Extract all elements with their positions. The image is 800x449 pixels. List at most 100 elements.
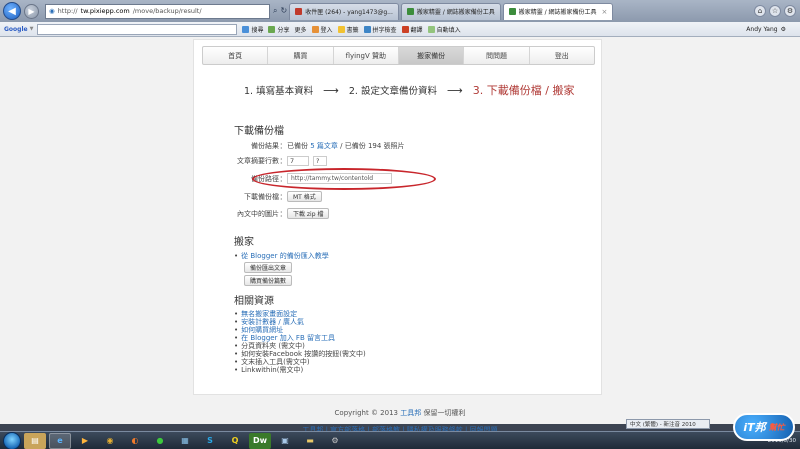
window-controls: ⌂ ☆ ⚙ <box>754 5 800 17</box>
chevron-down-icon[interactable]: ▼ <box>30 26 34 32</box>
address-bar[interactable]: ◉ http://tw.pixiepp.com/move/backup/resu… <box>45 3 270 19</box>
step-2: 2. 設定文章備份資料 <box>348 86 437 97</box>
google-toolbar: Google ▼ 搜尋 分享 更多 登入 書籤 拼字檢查 翻譯 自動填入 Andy… <box>0 22 800 37</box>
toolbar-item-label: 翻譯 <box>410 26 423 34</box>
gear-icon[interactable]: ⚙ <box>784 5 796 17</box>
skype-icon[interactable]: S <box>199 433 221 449</box>
line-icon[interactable]: ● <box>149 433 171 449</box>
media-player-icon[interactable]: ▶ <box>74 433 96 449</box>
gallery-icon[interactable]: ▦ <box>174 433 196 449</box>
menu-item-buy[interactable]: 購買 <box>268 47 334 64</box>
start-button[interactable] <box>3 431 21 449</box>
download-section-title: 下載備份檔 <box>234 126 284 137</box>
folder-icon[interactable]: ▬ <box>299 433 321 449</box>
chrome-icon[interactable]: ◉ <box>99 433 121 449</box>
explorer-icon[interactable]: ▤ <box>24 432 46 449</box>
content-card: 首頁 購買 flyingV 贊助 搬家備份 問問題 登出 1. 填寫基本資料 ⟶… <box>193 39 602 395</box>
resources-list: 無名搬家畫面設定 安裝計數器 / 廣人氣 如何購買網址 在 Blogger 加入… <box>234 310 366 374</box>
firefox-logo-icon: ◐ <box>131 436 139 445</box>
colon: ： <box>279 209 287 218</box>
gear-icon: ⚙ <box>331 436 339 445</box>
toolbar-item-label: 搜尋 <box>251 26 264 34</box>
home-icon[interactable]: ⌂ <box>754 5 766 17</box>
menu-item-backup[interactable]: 搬家備份 <box>398 47 465 64</box>
backup-result-prefix: 已備份 <box>287 142 308 150</box>
calc-icon: ▣ <box>281 436 289 445</box>
backup-path-row: 備份路徑 ： http://tammy.tw/contentold <box>194 173 392 184</box>
rights-text: 保留一切權利 <box>423 409 466 417</box>
tab-label: 搬家精靈 / 網誌搬家備份工具 <box>416 9 495 16</box>
search-icon <box>242 25 250 33</box>
firefox-icon[interactable]: ◐ <box>124 433 146 449</box>
tab-pixiepp-1[interactable]: 搬家精靈 / 網誌搬家備份工具 <box>400 2 501 20</box>
tab-gmail[interactable]: 收件匣 (264) - yang1473@g... <box>289 2 399 20</box>
watermark-sub: 幫忙 <box>768 422 785 432</box>
download-zip-button[interactable]: 下載 zip 檔 <box>287 208 330 219</box>
settings-icon[interactable]: ⚙ <box>324 433 346 449</box>
user-name: Andy Yang <box>746 25 778 33</box>
export-articles-button[interactable]: 備份匯出文章 <box>244 262 293 273</box>
toolbar-item-translate[interactable]: 翻譯 <box>401 25 423 34</box>
brand-link[interactable]: 工具邦 <box>400 409 421 417</box>
move-section-title: 搬家 <box>234 237 254 248</box>
search-icon[interactable]: ⌕ <box>273 6 277 16</box>
back-button[interactable]: ◀ <box>3 2 21 20</box>
backup-path-input[interactable]: http://tammy.tw/contentold <box>287 173 392 184</box>
toolbar-item-label: 拼字檢查 <box>372 26 397 34</box>
download-file-label: 下載備份檔 <box>244 192 279 201</box>
menu-item-flyingv[interactable]: flyingV 贊助 <box>334 47 399 64</box>
toolbar-item-label: 自動填入 <box>436 26 461 34</box>
mt-format-button[interactable]: MT 格式 <box>287 191 322 202</box>
address-prefix: http:// <box>57 7 78 15</box>
toolbar-item-bookmarks[interactable]: 書籤 <box>337 25 359 34</box>
toolbar-item-more[interactable]: 更多 <box>294 25 306 34</box>
qq-icon[interactable]: Q <box>224 433 246 449</box>
ithome-watermark-logo: iT邦 幫忙 <box>733 413 795 441</box>
calculator-icon[interactable]: ▣ <box>274 433 296 449</box>
star-icon[interactable]: ☆ <box>769 5 781 17</box>
main-menu: 首頁 購買 flyingV 贊助 搬家備份 問問題 登出 <box>202 46 595 65</box>
toolbar-item-label: 書籤 <box>346 26 359 34</box>
toolbar-item-signin[interactable]: 登入 <box>311 25 333 34</box>
buy-backup-button[interactable]: 購買備份篇數 <box>244 275 293 286</box>
ie-logo-icon: e <box>57 436 63 445</box>
toolbar-item-share[interactable]: 分享 <box>268 25 289 34</box>
menu-item-logout[interactable]: 登出 <box>530 47 594 64</box>
forward-button[interactable]: ▶ <box>24 3 39 19</box>
images-row: 內文中的圖片 ： 下載 zip 檔 <box>194 208 330 219</box>
toolbar-search-input[interactable] <box>37 23 238 35</box>
qq-logo-icon: Q <box>231 436 239 445</box>
summary-help[interactable]: ? <box>313 156 327 166</box>
chrome-logo-icon: ◉ <box>106 436 114 445</box>
bookmark-icon <box>337 25 345 33</box>
toolbar-item-autofill[interactable]: 自動填入 <box>427 25 461 34</box>
ie-icon[interactable]: e <box>49 432 71 449</box>
toolbar-item-spellcheck[interactable]: 拼字檢查 <box>363 25 397 34</box>
share-icon <box>268 25 276 33</box>
menu-item-home[interactable]: 首頁 <box>203 47 269 64</box>
toolbar-user[interactable]: Andy Yang ⚙ <box>746 26 786 33</box>
close-icon[interactable]: × <box>602 8 608 16</box>
ime-toolbar[interactable]: 中文 (繁體) - 新注音 2010 <box>626 419 710 429</box>
summary-lines-input[interactable]: 7 <box>287 156 309 166</box>
footer-copyright: Copyright © 2013 工具邦 保留一切權利 <box>0 408 800 418</box>
image-icon: ▦ <box>181 436 189 445</box>
gear-icon[interactable]: ⚙ <box>781 26 786 33</box>
backup-result-row: 備份結果 ： 已備份 5 篇文章 / 已備份 194 張照片 <box>194 141 405 151</box>
refresh-icon[interactable]: ↻ <box>280 6 287 16</box>
backup-articles-link[interactable]: 5 篇文章 <box>310 141 338 151</box>
browser-titlebar: ◀ ▶ ◉ http://tw.pixiepp.com/move/backup/… <box>0 0 800 22</box>
menu-item-ask[interactable]: 問問題 <box>464 47 530 64</box>
google-logo: Google ▼ <box>4 26 33 33</box>
spellcheck-icon <box>363 25 371 33</box>
resources-section-title: 相關資源 <box>234 296 274 307</box>
dreamweaver-icon[interactable]: Dw <box>249 432 271 449</box>
progress-steps: 1. 填寫基本資料 ⟶ 2. 設定文章備份資料 ⟶ 3. 下載備份檔 / 搬家 <box>244 82 574 98</box>
tab-pixiepp-2[interactable]: 搬家精靈 / 網誌搬家備份工具 × <box>502 2 614 20</box>
toolbar-item-search[interactable]: 搜尋 <box>242 25 263 34</box>
blogger-import-link[interactable]: 從 Blogger 的備份匯入教學 <box>241 251 329 261</box>
colon: ： <box>279 157 287 165</box>
windows-taskbar: ▤ e ▶ ◉ ◐ ● ▦ S Q Dw ▣ ▬ ⚙ 2013/5/30 <box>0 431 800 449</box>
search-engine-label: Google <box>4 25 28 33</box>
page-icon: ◉ <box>49 7 55 15</box>
